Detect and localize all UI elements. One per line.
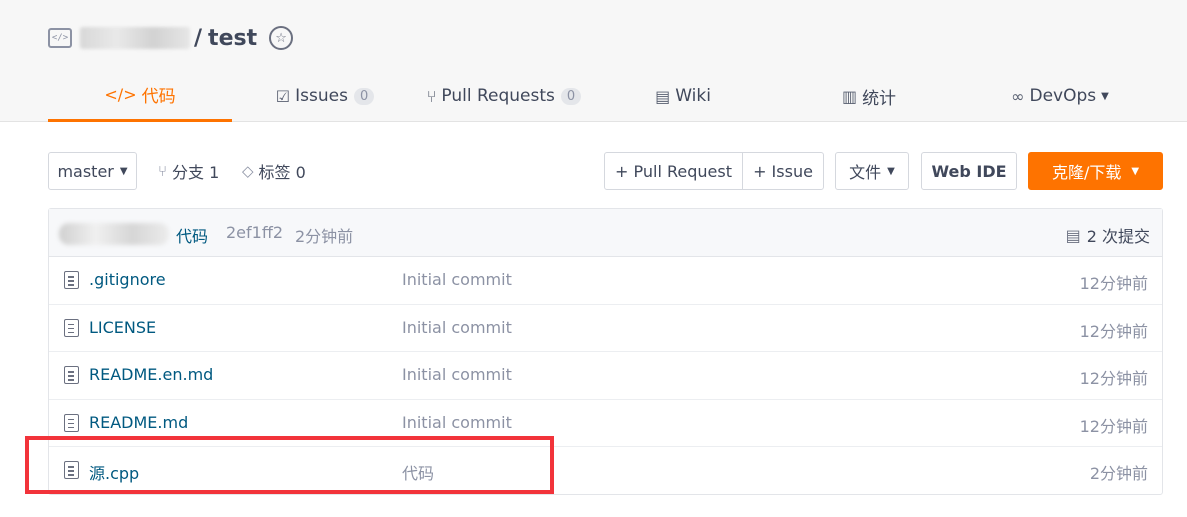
new-issue-button[interactable]: + Issue bbox=[742, 152, 824, 190]
commits-icon: ▤ bbox=[1065, 225, 1081, 245]
file-icon bbox=[64, 366, 79, 385]
file-icon bbox=[64, 461, 79, 480]
recommended-badge-icon: ☆ bbox=[269, 26, 294, 50]
file-icon bbox=[64, 413, 79, 432]
last-commit-sha[interactable]: 2ef1ff2 bbox=[226, 223, 283, 242]
owner-name-redacted[interactable] bbox=[80, 27, 190, 49]
tab-label: Pull Requests bbox=[441, 86, 555, 106]
stats-icon: ▥ bbox=[841, 86, 858, 106]
file-commit-message[interactable]: Initial commit bbox=[402, 413, 512, 432]
pull-request-icon: ⑂ bbox=[426, 86, 437, 106]
button-label: Web IDE bbox=[931, 161, 1007, 181]
file-commit-message[interactable]: Initial commit bbox=[402, 318, 512, 337]
tab-stats[interactable]: ▥ 统计 bbox=[776, 70, 962, 122]
chevron-down-icon: ▼ bbox=[887, 165, 895, 177]
file-row: 源.cpp 代码 2分钟前 bbox=[49, 447, 1162, 495]
wiki-icon: ▤ bbox=[655, 86, 671, 106]
last-commit-message[interactable]: 代码 bbox=[176, 223, 208, 247]
devops-icon: ∞ bbox=[1011, 86, 1025, 106]
file-commit-message[interactable]: Initial commit bbox=[402, 270, 512, 289]
button-label: + Pull Request bbox=[615, 161, 732, 181]
tab-label: 统计 bbox=[862, 88, 897, 109]
file-row: README.md Initial commit 12分钟前 bbox=[49, 400, 1162, 448]
file-commit-time: 2分钟前 bbox=[1089, 464, 1148, 484]
button-label: 文件 bbox=[849, 163, 882, 182]
new-pull-request-button[interactable]: + Pull Request bbox=[604, 152, 743, 190]
file-commit-time: 12分钟前 bbox=[1079, 369, 1148, 389]
file-row: LICENSE Initial commit 12分钟前 bbox=[49, 305, 1162, 353]
branches-link[interactable]: ⑂ 分支 1 bbox=[158, 152, 219, 190]
chevron-down-icon: ▼ bbox=[1131, 165, 1140, 177]
chevron-down-icon: ▼ bbox=[1101, 90, 1109, 102]
branch-icon: ⑂ bbox=[158, 162, 168, 180]
tab-label: Issues bbox=[295, 86, 348, 106]
commit-author-redacted[interactable] bbox=[59, 223, 169, 245]
file-name-link[interactable]: README.en.md bbox=[89, 365, 213, 384]
last-commit-time: 2分钟前 bbox=[295, 227, 354, 246]
code-icon: </> bbox=[104, 85, 137, 104]
file-commit-time: 12分钟前 bbox=[1079, 274, 1148, 293]
branches-count: 分支 1 bbox=[172, 163, 220, 182]
repo-name[interactable]: test bbox=[208, 26, 257, 51]
tab-label: Wiki bbox=[675, 86, 711, 106]
branch-label: master bbox=[57, 161, 114, 181]
file-name-link[interactable]: .gitignore bbox=[89, 270, 166, 289]
file-name-link[interactable]: LICENSE bbox=[89, 318, 156, 337]
tab-code[interactable]: </> 代码 bbox=[48, 70, 232, 122]
web-ide-button[interactable]: Web IDE bbox=[921, 152, 1017, 190]
tab-pull-requests[interactable]: ⑂ Pull Requests 0 bbox=[418, 70, 590, 122]
file-commit-message[interactable]: Initial commit bbox=[402, 365, 512, 384]
repo-title: </> / test ☆ bbox=[48, 22, 294, 54]
repo-path-separator: / bbox=[194, 25, 203, 51]
button-label: + Issue bbox=[753, 161, 813, 181]
repo-tabs: </> 代码 ☑ Issues 0 ⑂ Pull Requests 0 ▤ Wi… bbox=[48, 70, 1158, 122]
chevron-down-icon: ▼ bbox=[119, 165, 128, 177]
last-commit-bar: 代码 2ef1ff2 2分钟前 ▤ 2 次提交 bbox=[49, 209, 1162, 257]
file-icon bbox=[64, 318, 79, 337]
commit-count-label: 2 次提交 bbox=[1086, 227, 1150, 246]
issues-icon: ☑ bbox=[275, 86, 291, 106]
repo-icon: </> bbox=[48, 28, 72, 48]
tags-count: 标签 0 bbox=[258, 163, 306, 182]
file-row: .gitignore Initial commit 12分钟前 bbox=[49, 257, 1162, 305]
tag-icon: ◇ bbox=[242, 162, 254, 180]
file-commit-time: 12分钟前 bbox=[1079, 321, 1148, 341]
file-icon bbox=[64, 271, 79, 289]
tab-wiki[interactable]: ▤ Wiki bbox=[590, 70, 776, 122]
file-name-link[interactable]: 源.cpp bbox=[89, 460, 139, 484]
file-row: README.en.md Initial commit 12分钟前 bbox=[49, 352, 1162, 400]
file-commit-time: 12分钟前 bbox=[1079, 416, 1148, 436]
pull-requests-count-badge: 0 bbox=[560, 87, 582, 105]
file-name-link[interactable]: README.md bbox=[89, 413, 188, 432]
file-commit-message[interactable]: 代码 bbox=[402, 460, 434, 484]
issues-count-badge: 0 bbox=[353, 87, 375, 105]
tab-label: DevOps bbox=[1029, 86, 1097, 106]
repo-toolbar: master ▼ ⑂ 分支 1 ◇ 标签 0 + Pull Request + … bbox=[48, 152, 1163, 190]
clone-download-button[interactable]: 克隆/下载 ▼ bbox=[1028, 152, 1163, 190]
button-label: 克隆/下载 bbox=[1051, 163, 1122, 182]
tab-label: 代码 bbox=[141, 87, 176, 107]
tab-issues[interactable]: ☑ Issues 0 bbox=[232, 70, 418, 122]
tab-devops[interactable]: ∞ DevOps ▼ bbox=[962, 70, 1158, 122]
tags-link[interactable]: ◇ 标签 0 bbox=[242, 152, 306, 190]
branch-select[interactable]: master ▼ bbox=[48, 152, 137, 190]
repo-header: </> / test ☆ </> 代码 ☑ Issues 0 ⑂ Pull Re… bbox=[0, 0, 1187, 122]
commit-count-link[interactable]: ▤ 2 次提交 bbox=[1066, 223, 1150, 247]
file-list-panel: 代码 2ef1ff2 2分钟前 ▤ 2 次提交 .gitignore Initi… bbox=[48, 208, 1163, 495]
file-menu-button[interactable]: 文件 ▼ bbox=[835, 152, 909, 190]
